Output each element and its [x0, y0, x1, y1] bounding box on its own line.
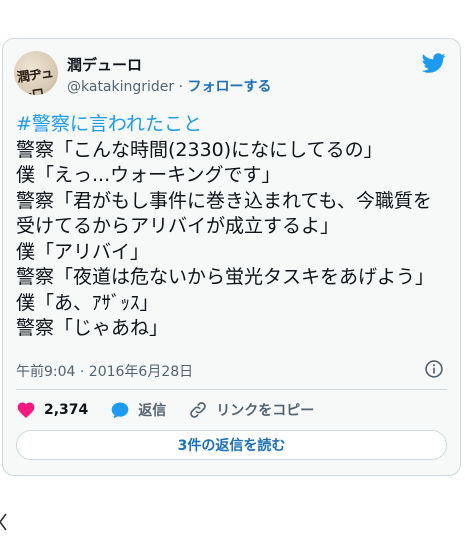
info-icon[interactable] — [424, 359, 444, 379]
tweet-line: 警察「夜道は危ないから蛍光タスキをあげよう」 — [16, 266, 435, 288]
tweet-line: 僕「アリバイ」 — [16, 240, 150, 263]
reply-label: 返信 — [138, 403, 167, 419]
user-handle[interactable]: @katakingrider — [67, 79, 174, 95]
twitter-icon[interactable] — [422, 51, 446, 75]
like-count: 2,374 — [44, 402, 89, 418]
follow-button[interactable]: フォローする — [188, 79, 272, 95]
tweet-line: 警察「こんな時間(2330)になにしてるの」 — [16, 138, 383, 161]
tweet-line: 警察「じゃあね」 — [16, 317, 169, 339]
avatar[interactable]: 潤ヂューロ — [14, 51, 58, 95]
reply-button[interactable]: 返信 — [110, 400, 166, 420]
link-icon — [190, 402, 207, 418]
like-button[interactable]: 2,374 — [16, 400, 88, 420]
user-handle-line: @katakingrider · フォローする — [67, 76, 272, 96]
hashtag-link[interactable]: #警察に言われたこと — [16, 113, 202, 135]
avatar-lettering: 潤ヂューロ — [16, 65, 54, 95]
tweet-timestamp[interactable]: 午前9:04 · 2016年6月28日 — [16, 361, 193, 381]
tweet-text: #警察に言われたこと 警察「こんな時間(2330)になにしてるの」 僕「えっ..… — [16, 112, 446, 342]
divider — [16, 389, 447, 390]
copy-link-button[interactable]: リンクをコピー — [188, 400, 314, 420]
reply-icon — [111, 402, 129, 419]
tweet-line: 警察「君がもし事件に巻き込まれても、今職質を受けてるからアリバイが成立するよ」 — [16, 189, 432, 238]
copy-link-label: リンクをコピー — [216, 403, 315, 419]
read-replies-button[interactable]: 3件の返信を読む — [16, 430, 447, 460]
separator-dot: · — [178, 79, 184, 95]
tweet-card[interactable]: 潤ヂューロ 潤デューロ @katakingrider · フォローする #警察に… — [2, 38, 461, 476]
heart-icon — [17, 402, 35, 418]
user-name[interactable]: 潤デューロ — [67, 54, 142, 75]
chevron-left-icon[interactable] — [0, 512, 8, 532]
tweet-line: 僕「あ、ｱｻﾞｯｽ」 — [16, 291, 159, 314]
tweet-line: 僕「えっ...ウォーキングです」 — [16, 164, 281, 186]
action-bar: 2,374 返信 リンクをコピー — [16, 400, 336, 420]
